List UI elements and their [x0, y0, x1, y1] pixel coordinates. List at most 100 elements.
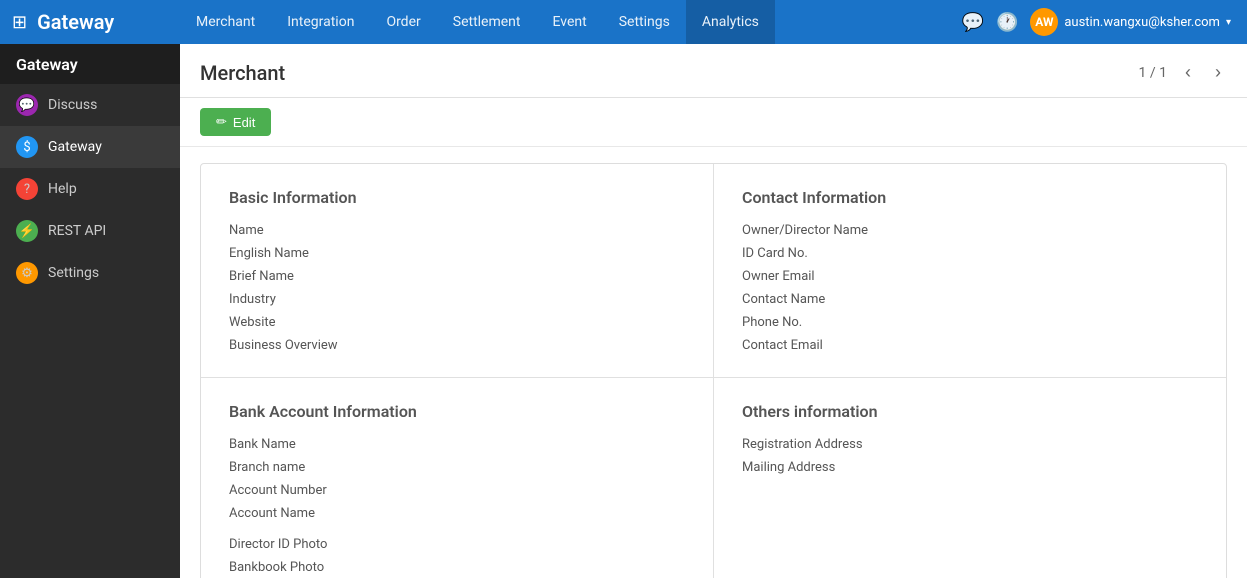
- field-mailing-label: Mailing Address: [742, 460, 902, 475]
- grid-icon[interactable]: ⊞: [12, 12, 27, 33]
- sidebar-item-rest-api[interactable]: ⚡ REST API: [0, 210, 180, 252]
- sidebar-title: Gateway: [0, 44, 180, 84]
- field-registration-address: Registration Address: [742, 437, 1198, 452]
- pagination-prev-button[interactable]: ‹: [1179, 60, 1197, 85]
- form-inner: Basic Information Name English Name Brie…: [200, 163, 1227, 578]
- photo-fields: Director ID Photo Bankbook Photo Shop Ph…: [229, 537, 685, 578]
- field-id-card-label: ID Card No.: [742, 246, 902, 261]
- field-account-name: Account Name: [229, 506, 685, 521]
- brand-title: Gateway: [37, 10, 114, 34]
- field-owner-email: Owner Email: [742, 269, 1198, 284]
- field-bank-name-label: Bank Name: [229, 437, 389, 452]
- field-website-label: Website: [229, 315, 389, 330]
- sidebar-item-settings[interactable]: ⚙ Settings: [0, 252, 180, 294]
- nav-integration[interactable]: Integration: [271, 0, 370, 44]
- bank-info-fields: Bank Name Branch name Account Number Acc…: [229, 437, 685, 521]
- field-bank-name: Bank Name: [229, 437, 685, 452]
- nav-settings[interactable]: Settings: [603, 0, 686, 44]
- field-branch-name: Branch name: [229, 460, 685, 475]
- field-english-name-label: English Name: [229, 246, 389, 261]
- field-phone-label: Phone No.: [742, 315, 902, 330]
- content-area: Merchant 1 / 1 ‹ › ✏ Edit Basic Informat: [180, 44, 1247, 578]
- field-business-overview: Business Overview: [229, 338, 685, 353]
- settings-icon: ⚙: [16, 262, 38, 284]
- field-branch-name-label: Branch name: [229, 460, 389, 475]
- basic-info-section: Basic Information Name English Name Brie…: [201, 164, 713, 377]
- field-mailing-address: Mailing Address: [742, 460, 1198, 475]
- discuss-icon: 💬: [16, 94, 38, 116]
- sidebar-label-gateway: Gateway: [48, 139, 102, 155]
- basic-info-fields: Name English Name Brief Name Industry: [229, 223, 685, 353]
- sidebar-item-gateway[interactable]: $ Gateway: [0, 126, 180, 168]
- page-title: Merchant: [200, 61, 285, 85]
- top-sections: Basic Information Name English Name Brie…: [201, 164, 1226, 377]
- basic-info-title: Basic Information: [229, 188, 685, 207]
- form-content: Basic Information Name English Name Brie…: [180, 147, 1247, 578]
- field-website: Website: [229, 315, 685, 330]
- header-right: 1 / 1 ‹ ›: [1139, 60, 1227, 85]
- field-contact-name: Contact Name: [742, 292, 1198, 307]
- contact-info-section: Contact Information Owner/Director Name …: [713, 164, 1226, 377]
- top-nav-right: 💬 🕐 AW austin.wangxu@ksher.com ▾: [946, 8, 1247, 36]
- sidebar: Gateway 💬 Discuss $ Gateway ? Help ⚡ RES…: [0, 44, 180, 578]
- main-layout: Gateway 💬 Discuss $ Gateway ? Help ⚡ RES…: [0, 44, 1247, 578]
- contact-info-fields: Owner/Director Name ID Card No. Owner Em…: [742, 223, 1198, 353]
- field-account-name-label: Account Name: [229, 506, 389, 521]
- field-owner-director-label: Owner/Director Name: [742, 223, 902, 238]
- bottom-sections: Bank Account Information Bank Name Branc…: [201, 377, 1226, 578]
- contact-info-title: Contact Information: [742, 188, 1198, 207]
- top-navigation: ⊞ Gateway Merchant Integration Order Set…: [0, 0, 1247, 44]
- field-registration-label: Registration Address: [742, 437, 902, 452]
- nav-settlement[interactable]: Settlement: [437, 0, 537, 44]
- field-director-id-photo: Director ID Photo: [229, 537, 685, 552]
- sidebar-label-rest: REST API: [48, 223, 106, 239]
- field-owner-email-label: Owner Email: [742, 269, 902, 284]
- others-info-title: Others information: [742, 402, 1198, 421]
- avatar: AW: [1030, 8, 1058, 36]
- field-id-card: ID Card No.: [742, 246, 1198, 261]
- field-brief-name: Brief Name: [229, 269, 685, 284]
- nav-order[interactable]: Order: [370, 0, 436, 44]
- sidebar-item-help[interactable]: ? Help: [0, 168, 180, 210]
- user-name: austin.wangxu@ksher.com: [1064, 15, 1220, 30]
- field-name-label: Name: [229, 223, 389, 238]
- field-phone-no: Phone No.: [742, 315, 1198, 330]
- gateway-icon: $: [16, 136, 38, 158]
- field-industry: Industry: [229, 292, 685, 307]
- nav-event[interactable]: Event: [537, 0, 603, 44]
- sidebar-label-discuss: Discuss: [48, 97, 97, 113]
- field-contact-email: Contact Email: [742, 338, 1198, 353]
- pagination-next-button[interactable]: ›: [1209, 60, 1227, 85]
- rest-icon: ⚡: [16, 220, 38, 242]
- sidebar-item-discuss[interactable]: 💬 Discuss: [0, 84, 180, 126]
- bank-info-section: Bank Account Information Bank Name Branc…: [201, 378, 713, 578]
- brand-area: ⊞ Gateway: [0, 10, 180, 34]
- others-info-section: Others information Registration Address …: [713, 378, 1226, 578]
- sidebar-label-help: Help: [48, 181, 77, 197]
- field-account-number-label: Account Number: [229, 483, 389, 498]
- field-industry-label: Industry: [229, 292, 389, 307]
- field-contact-email-label: Contact Email: [742, 338, 902, 353]
- field-director-photo-label: Director ID Photo: [229, 537, 389, 552]
- field-brief-name-label: Brief Name: [229, 269, 389, 284]
- field-business-overview-label: Business Overview: [229, 338, 389, 353]
- help-icon: ?: [16, 178, 38, 200]
- field-english-name: English Name: [229, 246, 685, 261]
- field-owner-director-name: Owner/Director Name: [742, 223, 1198, 238]
- nav-analytics[interactable]: Analytics: [686, 0, 775, 44]
- top-nav-menu: Merchant Integration Order Settlement Ev…: [180, 0, 946, 44]
- nav-merchant[interactable]: Merchant: [180, 0, 271, 44]
- sidebar-label-settings: Settings: [48, 265, 99, 281]
- pagination-info: 1 / 1: [1139, 65, 1167, 81]
- content-header: Merchant 1 / 1 ‹ ›: [180, 44, 1247, 98]
- user-menu[interactable]: AW austin.wangxu@ksher.com ▾: [1030, 8, 1231, 36]
- chat-icon[interactable]: 💬: [962, 12, 984, 33]
- field-bankbook-photo-label: Bankbook Photo: [229, 560, 389, 575]
- field-name: Name: [229, 223, 685, 238]
- clock-icon[interactable]: 🕐: [996, 12, 1018, 33]
- field-contact-name-label: Contact Name: [742, 292, 902, 307]
- others-info-fields: Registration Address Mailing Address: [742, 437, 1198, 475]
- toolbar: ✏ Edit: [180, 98, 1247, 147]
- edit-button[interactable]: ✏ Edit: [200, 108, 271, 136]
- field-bankbook-photo: Bankbook Photo: [229, 560, 685, 575]
